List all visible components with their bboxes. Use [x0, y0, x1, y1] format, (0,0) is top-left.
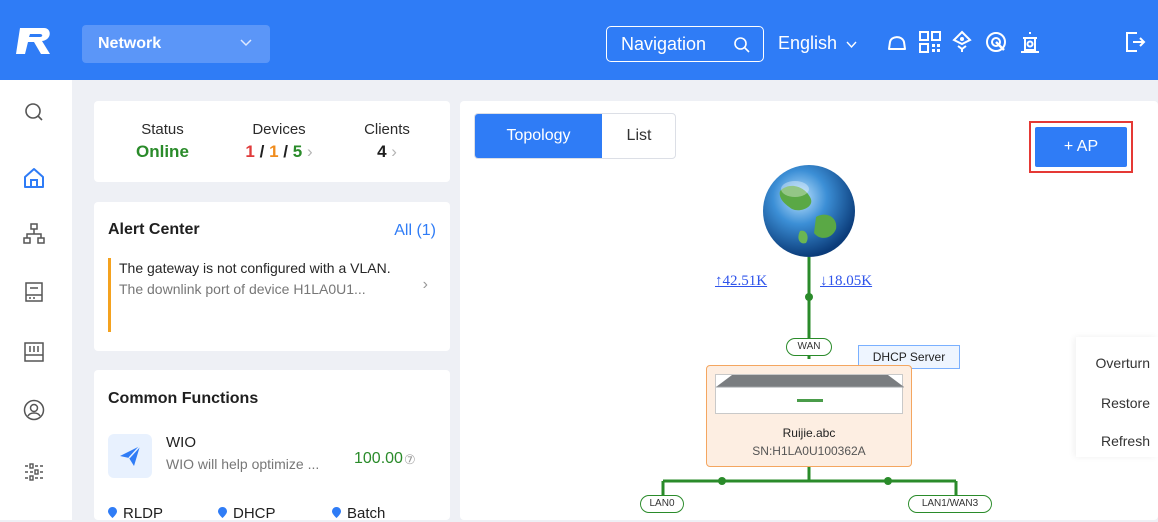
- sidebar: [0, 80, 72, 520]
- rldp-label: RLDP: [123, 505, 164, 522]
- bell-alert-icon[interactable]: [1018, 30, 1042, 54]
- status-stat: Status Online: [136, 121, 189, 162]
- gateway-device[interactable]: Ruijie.abc SN:H1LA0U100362A: [706, 365, 912, 467]
- ruijie-logo[interactable]: [14, 26, 54, 56]
- devices-separator: /: [283, 142, 288, 161]
- language-select[interactable]: English: [778, 33, 857, 54]
- common-functions-title: Common Functions: [108, 390, 259, 407]
- restore-button[interactable]: Restore: [1101, 395, 1150, 411]
- chevron-right-icon: ›: [391, 142, 397, 161]
- qr-code-icon[interactable]: [918, 30, 942, 54]
- chevron-down-icon: [846, 41, 857, 49]
- devices-label: Devices: [252, 121, 306, 138]
- common-functions-card: Common Functions WIO WIO will help optim…: [94, 370, 450, 522]
- wio-icon[interactable]: [108, 434, 152, 478]
- logout-icon[interactable]: [1123, 30, 1147, 54]
- device-image: [715, 374, 904, 414]
- tab-list[interactable]: List: [602, 114, 676, 158]
- alert-message: The gateway is not configured with a VLA…: [119, 260, 391, 276]
- rldp-function[interactable]: RLDP: [108, 505, 163, 522]
- wio-title: WIO: [166, 434, 196, 451]
- module-select[interactable]: Network: [82, 25, 270, 63]
- wan-port-label: WAN: [786, 338, 832, 356]
- wio-description: WIO will help optimize ...: [166, 456, 320, 472]
- chevron-down-icon: [240, 39, 252, 47]
- topology-icon[interactable]: [22, 222, 46, 246]
- topology-panel: Topology List + AP ↑42.51K ↓18.05K WAN D…: [460, 101, 1158, 520]
- search-icon: [734, 37, 750, 53]
- topology-actions: Overturn Restore Refresh: [1076, 337, 1158, 457]
- status-card: Status Online Devices 1 / 1 / 5 › Client…: [94, 101, 450, 182]
- pin-icon: [108, 507, 117, 518]
- chevron-right-icon[interactable]: ›: [423, 276, 428, 294]
- download-speed-link[interactable]: ↓18.05K: [820, 273, 872, 290]
- overturn-button[interactable]: Overturn: [1096, 355, 1150, 371]
- device-serial: SN:H1LA0U100362A: [752, 444, 866, 458]
- batch-function[interactable]: Batch: [332, 505, 385, 522]
- alert-center-card: Alert Center All (1) The gateway is not …: [94, 202, 450, 351]
- devices-total-count: 5: [292, 142, 303, 161]
- view-tabs: Topology List: [474, 113, 676, 159]
- dhcp-function[interactable]: DHCP: [218, 505, 276, 522]
- upload-speed-link[interactable]: ↑42.51K: [715, 273, 767, 290]
- devices-separator: /: [259, 142, 265, 161]
- router-icon[interactable]: [22, 280, 46, 304]
- navigation-button[interactable]: Navigation: [606, 26, 764, 62]
- wio-score: 100.00: [354, 450, 403, 467]
- settings-sliders-icon[interactable]: [22, 460, 46, 484]
- status-label: Status: [141, 121, 184, 138]
- chevron-right-icon: ›: [306, 142, 313, 161]
- cloud-icon[interactable]: [885, 30, 909, 54]
- internet-globe-icon: [763, 165, 855, 257]
- pin-icon: [332, 507, 341, 518]
- alert-all-link[interactable]: All (1): [394, 222, 436, 240]
- router-device-icon: [716, 375, 904, 402]
- pin-icon: [218, 507, 227, 518]
- paper-plane-icon: [120, 445, 141, 466]
- add-ap-highlight: + AP: [1029, 121, 1133, 173]
- user-icon[interactable]: [22, 398, 46, 422]
- search-icon[interactable]: [22, 100, 46, 124]
- add-ap-button[interactable]: + AP: [1035, 127, 1127, 167]
- clients-count: 4: [377, 142, 387, 161]
- settings-gear-icon[interactable]: [984, 30, 1008, 54]
- alert-center-title: Alert Center: [108, 221, 200, 238]
- devices-offline-count: 1: [245, 142, 255, 161]
- language-label: English: [778, 33, 838, 53]
- tab-topology[interactable]: Topology: [475, 114, 602, 158]
- devices-stat[interactable]: Devices 1 / 1 / 5 ›: [224, 121, 334, 162]
- alert-detail: The downlink port of device H1LA0U1...: [119, 281, 366, 297]
- device-name: Ruijie.abc: [782, 426, 836, 440]
- batch-label: Batch: [347, 505, 386, 522]
- alert-item[interactable]: The gateway is not configured with a VLA…: [108, 258, 414, 332]
- devices-alert-count: 1: [269, 142, 279, 161]
- module-select-label: Network: [98, 35, 162, 52]
- network-rocket-icon[interactable]: [950, 30, 974, 54]
- switch-icon[interactable]: [22, 340, 46, 364]
- clients-stat[interactable]: Clients 4 ›: [352, 121, 422, 162]
- status-value: Online: [136, 142, 189, 161]
- home-icon[interactable]: [22, 166, 46, 190]
- top-bar: Network Navigation English: [0, 0, 1158, 80]
- refresh-button[interactable]: Refresh: [1101, 433, 1150, 449]
- lan0-port-label: LAN0: [640, 495, 684, 513]
- help-circle-icon[interactable]: ⑦: [404, 452, 416, 468]
- clients-label: Clients: [364, 121, 410, 138]
- navigation-label: Navigation: [621, 34, 707, 54]
- dhcp-label: DHCP: [233, 505, 276, 522]
- lan1-wan3-port-label: LAN1/WAN3: [908, 495, 992, 513]
